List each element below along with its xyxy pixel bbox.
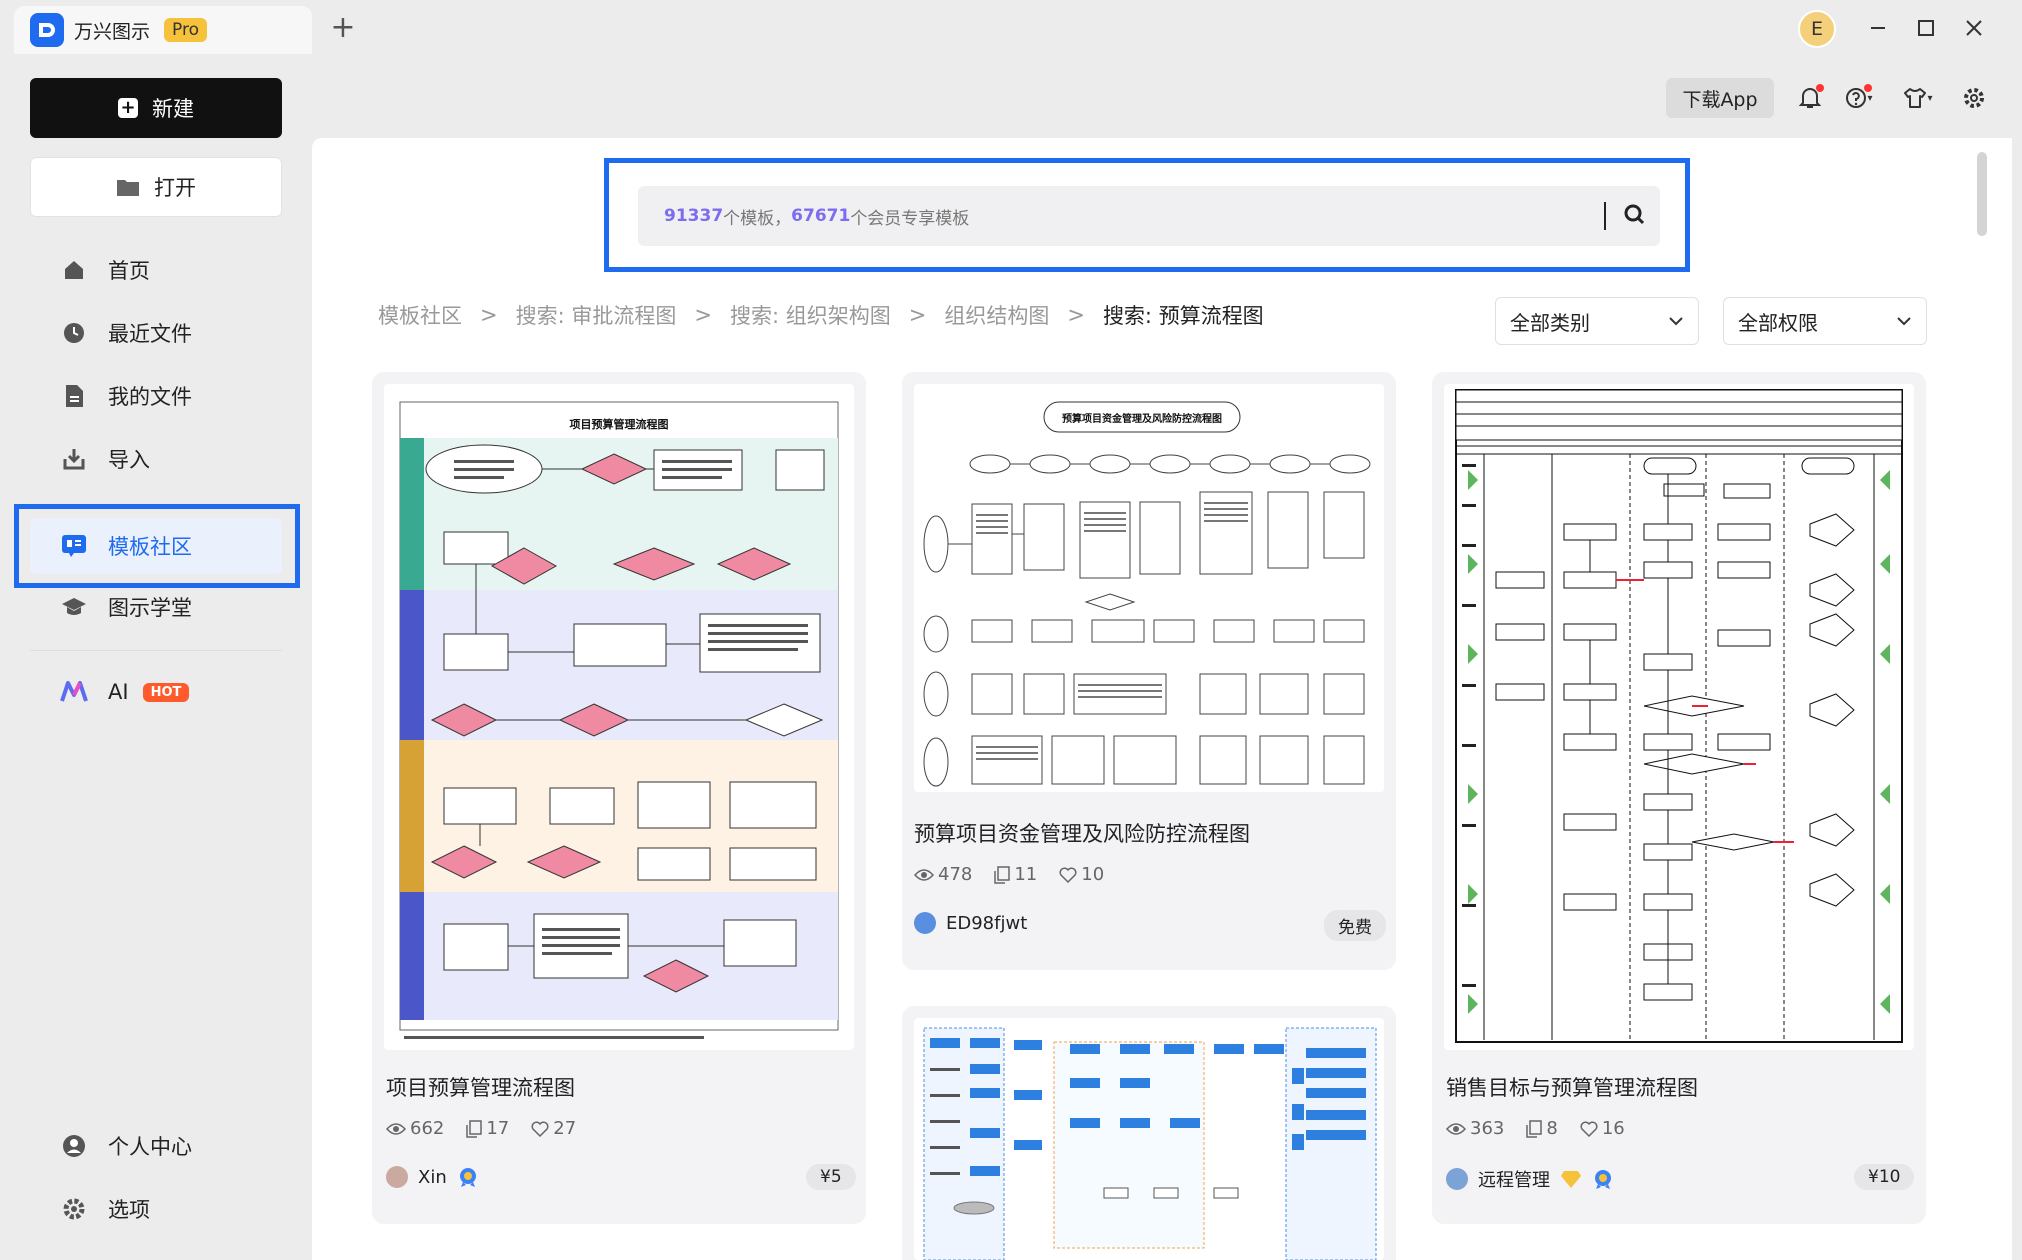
card-stats: 478 11 10 [914, 864, 1122, 885]
app-tab[interactable]: 万兴图示 Pro [14, 6, 312, 54]
certified-badge-icon [459, 1168, 476, 1187]
hot-badge: HOT [142, 682, 190, 702]
sidebar-item-recent[interactable]: 最近文件 [30, 307, 282, 359]
template-card[interactable]: 预算项目资金管理及风险防控流程图 预算项目资金管理及风险防控流程图 478 11… [902, 372, 1396, 970]
card-title: 预算项目资金管理及风险防控流程图 [914, 822, 1250, 846]
author-avatar [914, 912, 936, 934]
eye-icon [914, 868, 934, 881]
breadcrumb: 模板社区 > 搜索: 审批流程图 > 搜索: 组织架构图 > 组织结构图 > 搜… [378, 298, 1264, 332]
author-avatar [386, 1166, 408, 1188]
sidebar-item-options[interactable]: 选项 [30, 1183, 282, 1235]
folder-icon [117, 180, 139, 196]
card-author[interactable]: Xin [386, 1166, 479, 1188]
sidebar-item-profile[interactable]: 个人中心 [30, 1120, 282, 1172]
graduation-cap-icon [60, 593, 88, 621]
template-thumbnail: 项目预算管理流程图 [384, 384, 854, 1050]
new-button[interactable]: + 新建 [30, 78, 282, 138]
card-title: 销售目标与预算管理流程图 [1446, 1076, 1698, 1100]
breadcrumb-current: 搜索: 预算流程图 [1102, 304, 1264, 328]
user-avatar[interactable]: E [1798, 10, 1836, 48]
template-thumbnail [914, 1018, 1384, 1260]
sidebar-item-ai[interactable]: AI HOT [30, 666, 282, 718]
ai-logo-icon [60, 678, 88, 706]
text-cursor [1604, 202, 1606, 230]
diamond-vip-icon [1561, 1171, 1581, 1188]
eye-icon [1446, 1122, 1466, 1135]
scrollbar[interactable] [1977, 152, 1987, 236]
author-avatar [1446, 1168, 1468, 1190]
category-filter-dropdown[interactable]: 全部类别 [1495, 297, 1699, 345]
template-thumbnail [1444, 384, 1914, 1050]
home-icon [60, 256, 88, 284]
sidebar-divider [30, 650, 282, 651]
maximize-button[interactable] [1906, 12, 1946, 44]
settings-gear-icon[interactable] [1956, 80, 1992, 116]
pro-badge: Pro [164, 18, 207, 42]
open-button[interactable]: 打开 [30, 157, 282, 217]
search-icon[interactable] [1620, 200, 1650, 230]
chevron-down-icon [1669, 317, 1683, 326]
card-title: 项目预算管理流程图 [386, 1076, 575, 1100]
download-app-button[interactable]: 下载App [1666, 78, 1774, 118]
help-icon[interactable]: ▾ [1838, 80, 1880, 116]
app-name: 万兴图示 [74, 20, 151, 43]
app-logo-icon [30, 13, 64, 47]
sidebar-item-import[interactable]: 导入 [30, 433, 282, 485]
heart-icon [1580, 1121, 1598, 1137]
price-tag: ¥5 [806, 1164, 856, 1190]
svg-text:预算项目资金管理及风险防控流程图: 预算项目资金管理及风险防控流程图 [1062, 412, 1222, 425]
copy-icon [1526, 1119, 1543, 1138]
search-input[interactable]: 91337 个模板， 67671 个会员专享模板 [638, 186, 1660, 246]
sidebar-item-home[interactable]: 首页 [30, 244, 282, 296]
template-card[interactable] [902, 1006, 1396, 1260]
breadcrumb-item[interactable]: 搜索: 审批流程图 [516, 300, 677, 330]
card-author[interactable]: ED98fjwt [914, 912, 1027, 934]
new-tab-button[interactable]: + [328, 10, 358, 46]
card-stats: 662 17 27 [386, 1118, 594, 1139]
sidebar-item-my-files[interactable]: 我的文件 [30, 370, 282, 422]
sidebar-item-academy[interactable]: 图示学堂 [30, 581, 282, 633]
heart-icon [1059, 867, 1077, 883]
theme-shirt-icon[interactable]: ▾ [1896, 80, 1940, 116]
svg-text:项目预算管理流程图: 项目预算管理流程图 [570, 417, 669, 431]
active-item-highlight [14, 504, 300, 588]
plus-icon: + [118, 98, 138, 118]
breadcrumb-item[interactable]: 模板社区 [378, 300, 462, 330]
heart-icon [531, 1121, 549, 1137]
import-icon [60, 445, 88, 473]
gear-icon [60, 1195, 88, 1223]
price-tag: ¥10 [1854, 1164, 1915, 1190]
file-icon [60, 382, 88, 410]
eye-icon [386, 1122, 406, 1135]
breadcrumb-item[interactable]: 搜索: 组织架构图 [730, 300, 891, 330]
template-card[interactable]: 销售目标与预算管理流程图 363 8 16 远程管理 ¥10 [1432, 372, 1926, 1224]
clock-icon [60, 319, 88, 347]
permission-filter-dropdown[interactable]: 全部权限 [1723, 297, 1927, 345]
certified-badge-icon [1595, 1170, 1611, 1189]
breadcrumb-item[interactable]: 组织结构图 [944, 300, 1049, 330]
copy-icon [466, 1119, 483, 1138]
user-icon [60, 1132, 88, 1160]
card-author[interactable]: 远程管理 [1446, 1166, 1614, 1192]
notification-bell-icon[interactable] [1792, 80, 1828, 116]
copy-icon [994, 865, 1011, 884]
template-thumbnail: 预算项目资金管理及风险防控流程图 [914, 384, 1384, 792]
chevron-down-icon [1897, 317, 1911, 326]
title-bar: 万兴图示 Pro + E [0, 0, 2022, 56]
price-tag: 免费 [1324, 910, 1386, 941]
close-button[interactable] [1954, 12, 1994, 44]
template-card[interactable]: 项目预算管理流程图 项目预算管理流程图 662 17 27 Xin ¥5 [372, 372, 866, 1224]
minimize-button[interactable] [1858, 12, 1898, 44]
card-stats: 363 8 16 [1446, 1118, 1643, 1139]
